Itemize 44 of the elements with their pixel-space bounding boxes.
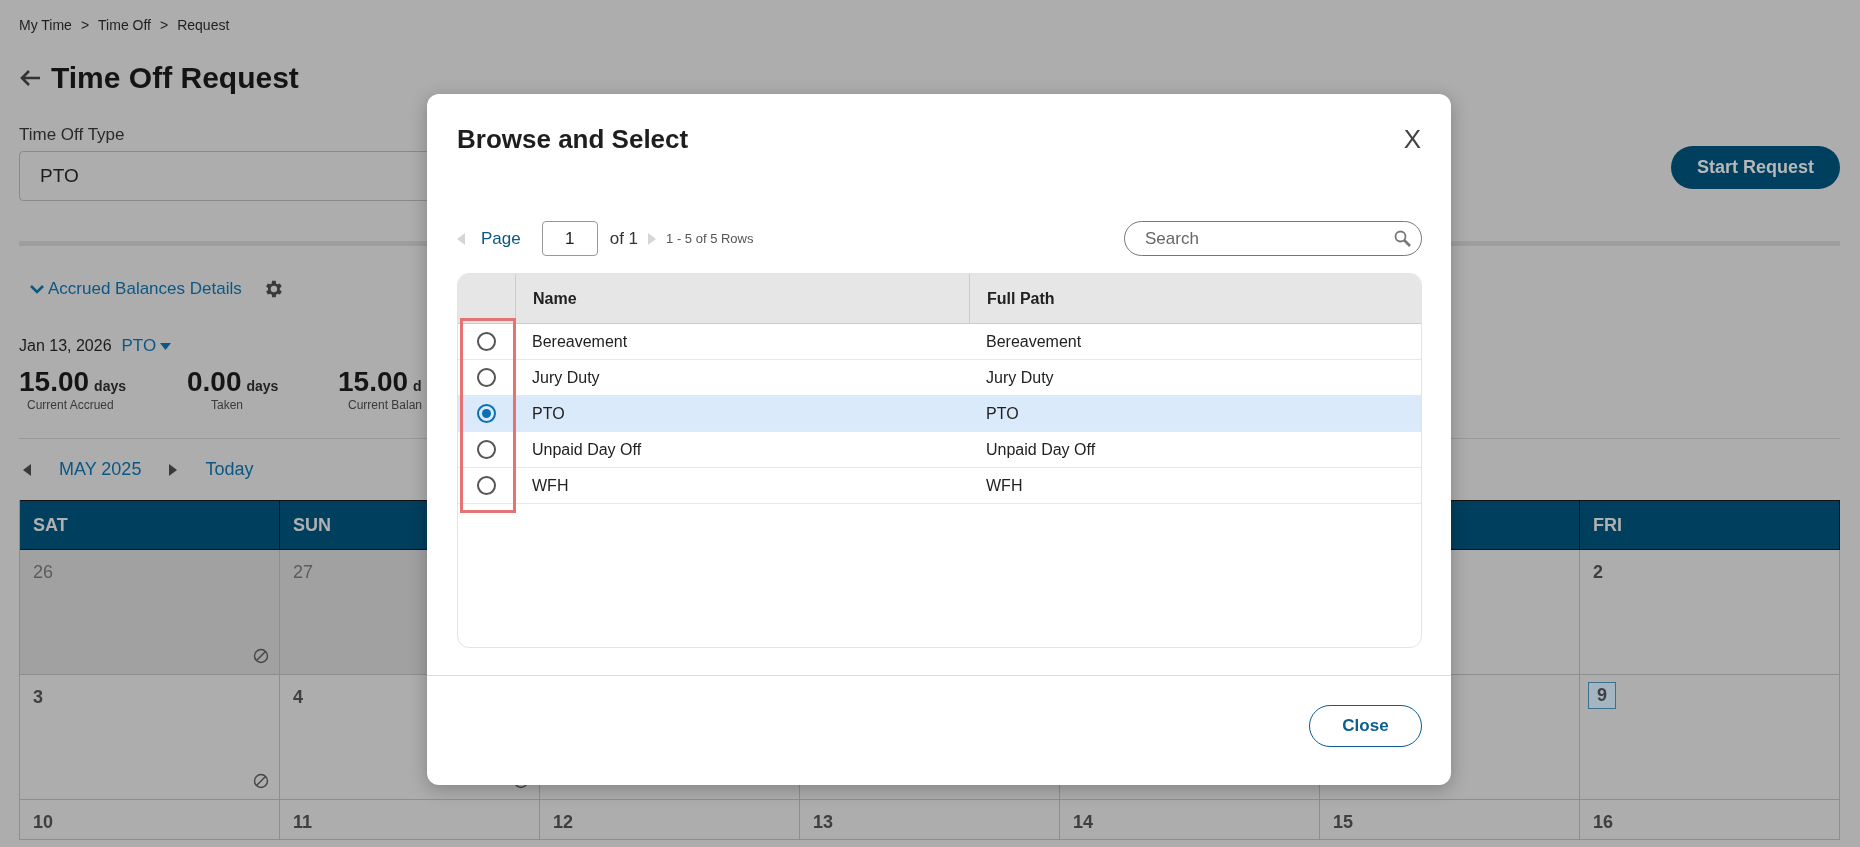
table-cell-text: Bereavement — [531, 332, 629, 351]
page-title: Time Off Request — [51, 61, 299, 95]
day-number: 27 — [293, 562, 314, 583]
page-count: of 1 — [609, 228, 639, 249]
calendar-day-header: FRI — [1580, 500, 1840, 550]
day-number: 2 — [1593, 562, 1603, 583]
table-cell-text: Jury Duty — [531, 368, 601, 387]
day-number: 9 — [1588, 682, 1616, 709]
table-cell-text: WFH — [985, 476, 1024, 495]
calendar-day-header: SAT — [20, 500, 280, 550]
balance-value: 0.00 — [187, 366, 242, 398]
day-number: 12 — [553, 812, 574, 833]
day-number: 10 — [33, 812, 54, 833]
table-cell-text: Unpaid Day Off — [531, 440, 643, 459]
breadcrumb-separator: > — [160, 17, 169, 33]
balance-value: 15.00 — [338, 366, 409, 398]
field-label: Time Off Type — [19, 125, 125, 145]
day-number: 16 — [1593, 812, 1614, 833]
table-cell-text: PTO — [531, 404, 566, 423]
balance-date: Jan 13, 2026 — [19, 337, 112, 355]
table-cell-text: PTO — [985, 404, 1020, 423]
day-number: 4 — [293, 687, 303, 708]
day-number: 13 — [813, 812, 834, 833]
table-cell-text: Bereavement — [985, 332, 1083, 351]
table-cell-text: Jury Duty — [985, 368, 1055, 387]
balance-label: Current Balan — [348, 398, 423, 412]
table-cell-text: WFH — [531, 476, 570, 495]
table-cell-text: Unpaid Day Off — [985, 440, 1097, 459]
day-number: 11 — [293, 812, 313, 833]
balance-label: Taken — [211, 398, 244, 412]
day-number: 15 — [1333, 812, 1354, 833]
breadcrumb-item: Request — [177, 17, 230, 33]
rows-info: 1 - 5 of 5 Rows — [666, 231, 754, 246]
balance-unit: days — [246, 378, 279, 394]
balance-unit: days — [94, 378, 126, 394]
day-number: 14 — [1073, 812, 1094, 833]
day-number: 3 — [33, 687, 43, 708]
balance-unit: d — [413, 378, 422, 394]
balance-label: Current Accrued — [27, 398, 114, 412]
day-number: 26 — [33, 562, 54, 583]
column-header: Name — [515, 274, 969, 323]
breadcrumb-separator: > — [80, 17, 90, 33]
column-header: Full Path — [969, 274, 1421, 323]
balance-value: 15.00 — [19, 366, 90, 398]
